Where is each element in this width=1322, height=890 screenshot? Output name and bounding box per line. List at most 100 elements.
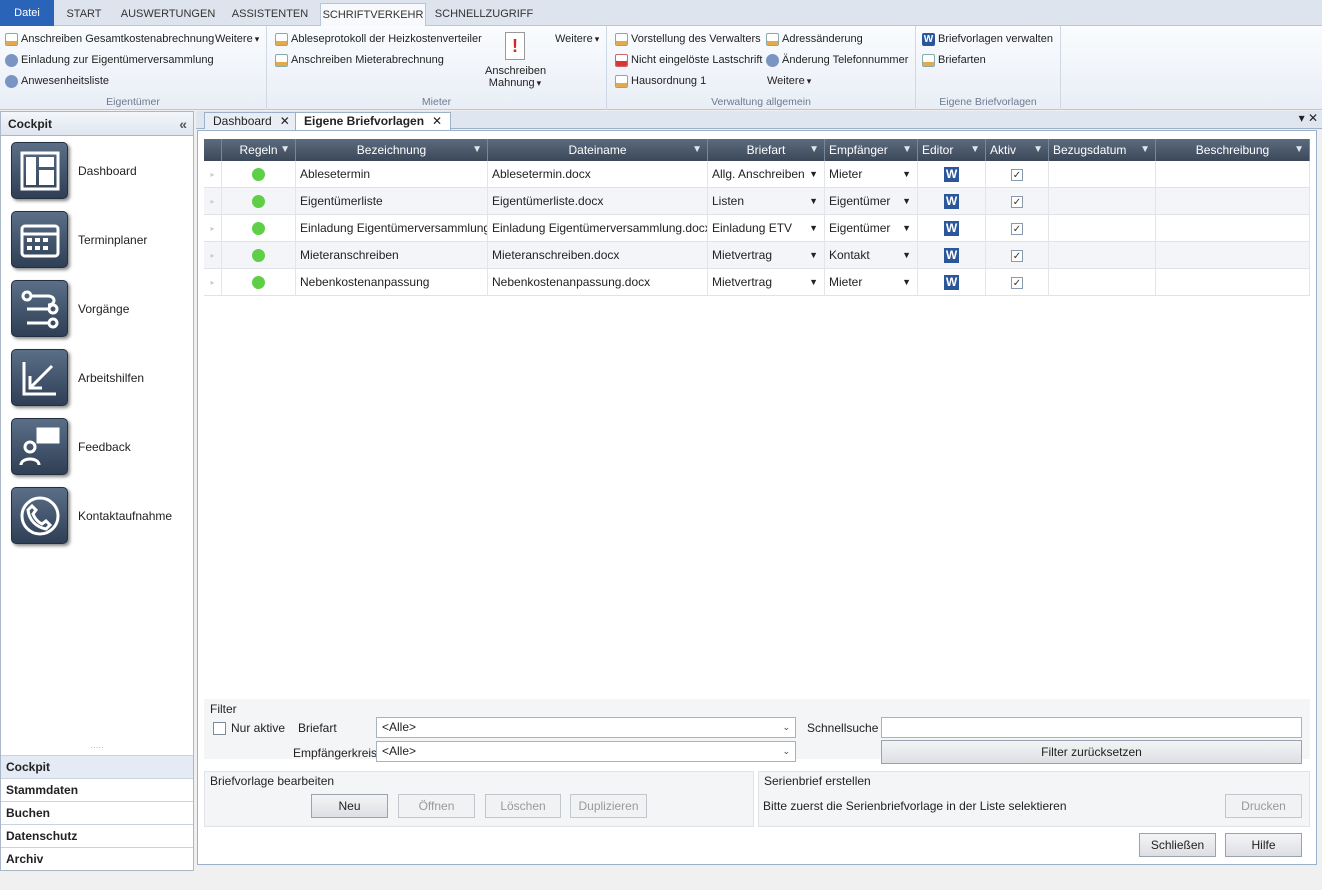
word-icon[interactable]: W xyxy=(944,248,959,263)
oeffnen-button[interactable]: Öffnen xyxy=(398,794,475,818)
cell-briefart[interactable]: Mietvertrag ▼ xyxy=(708,269,825,296)
word-icon[interactable]: W xyxy=(944,194,959,209)
cell-aktiv[interactable]: ✓ xyxy=(986,215,1049,242)
cell-regeln[interactable] xyxy=(222,188,296,215)
aktiv-checkbox[interactable]: ✓ xyxy=(1011,196,1023,208)
filter-icon[interactable]: ▼ xyxy=(970,139,980,161)
cockpit-item-vorgaenge[interactable]: Vorgänge xyxy=(11,280,181,340)
loeschen-button[interactable]: Löschen xyxy=(485,794,561,818)
ribbon-briefvorlagen-verwalten[interactable]: W Briefvorlagen verwalten xyxy=(922,30,1053,48)
row-indicator[interactable]: ▸ xyxy=(204,161,222,188)
ribbon-weitere-eigentuemer[interactable]: Weitere xyxy=(215,30,259,48)
filter-icon[interactable]: ▼ xyxy=(472,139,482,161)
cell-regeln[interactable] xyxy=(222,269,296,296)
ribbon-aenderung-telefonnummer[interactable]: Änderung Telefonnummer xyxy=(766,51,908,69)
tab-schnellzugriff[interactable]: SCHNELLZUGRIFF xyxy=(432,3,536,26)
column-header-editor[interactable]: Editor ▼ xyxy=(918,139,986,161)
nur-aktive-checkbox[interactable] xyxy=(213,722,226,735)
ribbon-anschreiben-mahnung-button[interactable]: ! Anschreiben Mahnung xyxy=(485,30,546,92)
ribbon-adressaenderung[interactable]: Adressänderung xyxy=(766,30,863,48)
cell-empfaenger[interactable]: Mieter ▼ xyxy=(825,269,918,296)
cell-briefart[interactable]: Mietvertrag ▼ xyxy=(708,242,825,269)
cell-aktiv[interactable]: ✓ xyxy=(986,269,1049,296)
chevron-down-icon[interactable]: ▾ xyxy=(1299,111,1305,125)
dropdown-arrow-icon[interactable]: ▼ xyxy=(902,161,911,188)
cell-editor[interactable]: W xyxy=(918,161,986,188)
table-row[interactable]: ▸ Eigentümerliste Eigentümerliste.docx List… xyxy=(204,188,1310,215)
doc-tab-dashboard[interactable]: Dashboard ✕ xyxy=(204,112,299,129)
ribbon-anwesenheitsliste[interactable]: Anwesenheitsliste xyxy=(5,72,109,90)
filter-icon[interactable]: ▼ xyxy=(692,139,702,161)
nav-item-stammdaten[interactable]: Stammdaten xyxy=(1,778,193,801)
dropdown-arrow-icon[interactable]: ▼ xyxy=(809,269,818,296)
word-icon[interactable]: W xyxy=(944,275,959,290)
dropdown-arrow-icon[interactable]: ▼ xyxy=(902,269,911,296)
cell-bezeichnung[interactable]: Mieteranschreiben xyxy=(296,242,488,269)
row-indicator[interactable]: ▸ xyxy=(204,242,222,269)
dropdown-arrow-icon[interactable]: ▼ xyxy=(902,242,911,269)
ribbon-anschreiben-mieterabrechnung[interactable]: Anschreiben Mieterabrechnung xyxy=(275,51,444,69)
dropdown-arrow-icon[interactable]: ▼ xyxy=(809,161,818,188)
cell-beschreibung[interactable] xyxy=(1156,269,1310,296)
filter-icon[interactable]: ▼ xyxy=(1033,139,1043,161)
cell-beschreibung[interactable] xyxy=(1156,215,1310,242)
column-header-dateiname[interactable]: Dateiname ▼ xyxy=(488,139,708,161)
cell-editor[interactable]: W xyxy=(918,242,986,269)
cell-briefart[interactable]: Einladung ETV ▼ xyxy=(708,215,825,242)
cell-regeln[interactable] xyxy=(222,161,296,188)
table-row[interactable]: ▸ Ablesetermin Ablesetermin.docx Allg. Ansc… xyxy=(204,161,1310,188)
ribbon-anschreiben-gesamtkosten[interactable]: Anschreiben Gesamtkostenabrechnung xyxy=(5,30,214,48)
cell-bezeichnung[interactable]: Nebenkostenanpassung xyxy=(296,269,488,296)
row-indicator[interactable]: ▸ xyxy=(204,269,222,296)
dropdown-arrow-icon[interactable]: ▼ xyxy=(809,215,818,242)
nav-item-datenschutz[interactable]: Datenschutz xyxy=(1,824,193,847)
cell-aktiv[interactable]: ✓ xyxy=(986,161,1049,188)
table-row[interactable]: ▸ Einladung Eigentümerversammlung Einladun… xyxy=(204,215,1310,242)
dropdown-arrow-icon[interactable]: ▼ xyxy=(809,242,818,269)
cockpit-item-kontaktaufnahme[interactable]: Kontaktaufnahme xyxy=(11,487,181,547)
filter-icon[interactable]: ▼ xyxy=(280,139,290,161)
cell-editor[interactable]: W xyxy=(918,188,986,215)
cell-empfaenger[interactable]: Eigentümer ▼ xyxy=(825,215,918,242)
column-header-beschreibung[interactable]: Beschreibung ▼ xyxy=(1156,139,1310,161)
cell-editor[interactable]: W xyxy=(918,269,986,296)
schnellsuche-input[interactable] xyxy=(881,717,1302,738)
ribbon-weitere-mieter[interactable]: Weitere xyxy=(555,30,599,48)
filter-reset-button[interactable]: Filter zurücksetzen xyxy=(881,740,1302,764)
cell-bezugsdatum[interactable] xyxy=(1049,242,1156,269)
briefart-select[interactable]: <Alle> ⌄ xyxy=(376,717,796,738)
cell-beschreibung[interactable] xyxy=(1156,242,1310,269)
table-row[interactable]: ▸ Mieteranschreiben Mieteranschreiben.docx… xyxy=(204,242,1310,269)
column-header-regeln[interactable]: Regeln ▼ xyxy=(222,139,296,161)
close-icon[interactable]: ✕ xyxy=(1308,111,1318,125)
ribbon-hausordnung[interactable]: Hausordnung 1 xyxy=(615,72,706,90)
cell-bezugsdatum[interactable] xyxy=(1049,188,1156,215)
ribbon-briefarten[interactable]: Briefarten xyxy=(922,51,986,69)
duplizieren-button[interactable]: Duplizieren xyxy=(570,794,647,818)
filter-icon[interactable]: ▼ xyxy=(809,139,819,161)
empfaengerkreis-select[interactable]: <Alle> ⌄ xyxy=(376,741,796,762)
neu-button[interactable]: Neu xyxy=(311,794,388,818)
cell-dateiname[interactable]: Einladung Eigentümerversammlung.docx xyxy=(488,215,708,242)
collapse-icon[interactable]: « xyxy=(179,112,187,136)
cell-regeln[interactable] xyxy=(222,242,296,269)
column-header-bezugsdatum[interactable]: Bezugsdatum ▼ xyxy=(1049,139,1156,161)
tab-datei[interactable]: Datei xyxy=(0,0,54,26)
cell-bezeichnung[interactable]: Einladung Eigentümerversammlung xyxy=(296,215,488,242)
tab-assistenten[interactable]: ASSISTENTEN xyxy=(226,3,314,26)
dropdown-arrow-icon[interactable]: ▼ xyxy=(809,188,818,215)
column-header-bezeichnung[interactable]: Bezeichnung ▼ xyxy=(296,139,488,161)
hilfe-button[interactable]: Hilfe xyxy=(1225,833,1302,857)
aktiv-checkbox[interactable]: ✓ xyxy=(1011,250,1023,262)
cell-briefart[interactable]: Listen ▼ xyxy=(708,188,825,215)
schliessen-button[interactable]: Schließen xyxy=(1139,833,1216,857)
tab-auswertungen[interactable]: AUSWERTUNGEN xyxy=(116,3,220,26)
dropdown-arrow-icon[interactable]: ▼ xyxy=(902,188,911,215)
cockpit-item-feedback[interactable]: Feedback xyxy=(11,418,181,478)
tab-start[interactable]: START xyxy=(58,3,110,26)
ribbon-weitere-verwaltung[interactable]: Weitere xyxy=(767,72,811,90)
cell-bezeichnung[interactable]: Ablesetermin xyxy=(296,161,488,188)
cell-dateiname[interactable]: Mieteranschreiben.docx xyxy=(488,242,708,269)
ribbon-vorstellung-verwalter[interactable]: Vorstellung des Verwalters xyxy=(615,30,761,48)
nav-item-archiv[interactable]: Archiv xyxy=(1,847,193,870)
